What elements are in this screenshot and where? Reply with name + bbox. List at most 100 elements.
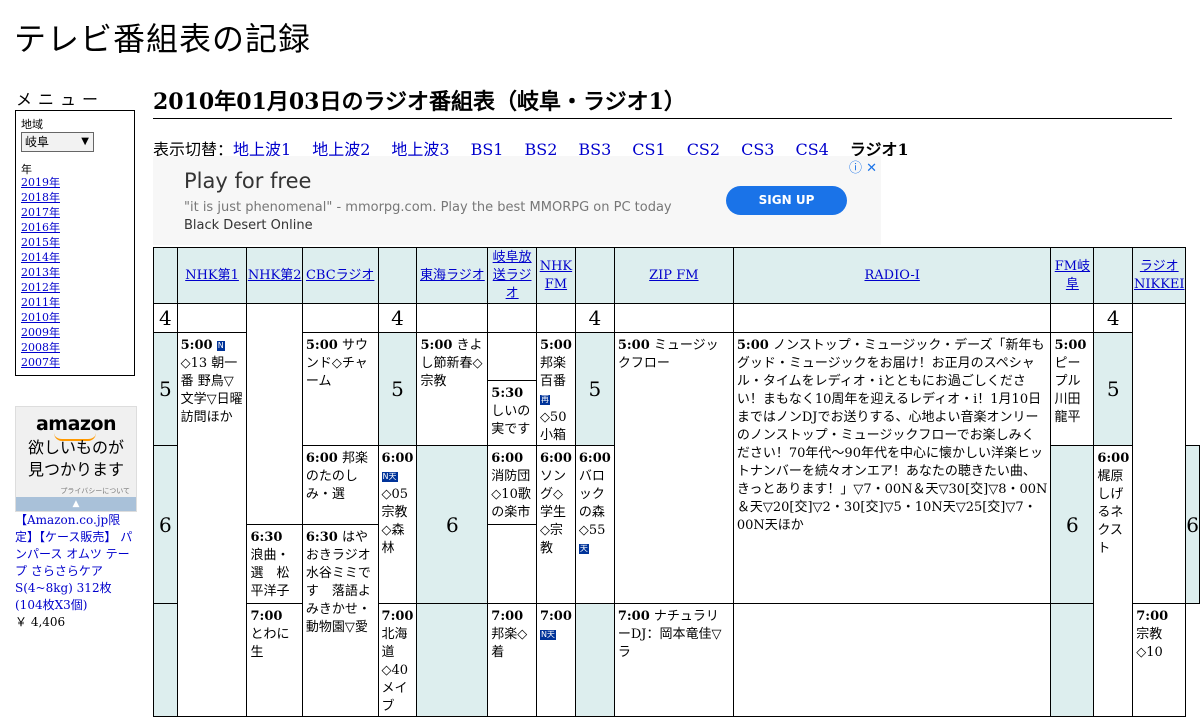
- year-link[interactable]: 2015年: [21, 236, 60, 249]
- amazon-copy-line: 見つかります: [27, 460, 124, 479]
- news-mark-icon: N: [216, 341, 225, 351]
- empty-slot: [301, 303, 379, 333]
- year-link[interactable]: 2018年: [21, 191, 60, 204]
- amazon-product-price: ￥ 4,406: [15, 615, 66, 629]
- channel-header: 岐阜放送ラジオ: [487, 247, 537, 304]
- channel-header: NHK FM: [535, 247, 576, 304]
- program-title: 北海道◇40メイブ: [381, 627, 409, 714]
- empty-slot: [487, 303, 537, 333]
- channel-link[interactable]: NHK FM: [540, 259, 572, 292]
- empty-slot: [176, 303, 248, 333]
- program-cell[interactable]: 5:00 ミュージックフロー: [613, 332, 734, 604]
- amazon-ad-copy: 欲しいものが 見つかります: [16, 437, 136, 481]
- year-link[interactable]: 2016年: [21, 221, 60, 234]
- channel-link[interactable]: 東海ラジオ: [420, 268, 485, 283]
- program-cell[interactable]: 5:00 ノンストップ・ミュージック・デーズ「新年もグッド・ミュージックをお届け…: [732, 332, 1052, 604]
- channel-link[interactable]: RADIO-I: [864, 268, 919, 283]
- amazon-product-title[interactable]: 【Amazon.co.jp限定】【ケース販売】 パンパース オムツ テープ さら…: [15, 512, 137, 614]
- empty-slot: [732, 303, 1052, 333]
- program-time: 5:00: [1054, 338, 1087, 353]
- program-title: ピープル 川田龍平: [1054, 356, 1081, 425]
- hour-cell: [416, 603, 489, 717]
- year-link[interactable]: 2008年: [21, 341, 60, 354]
- program-cell[interactable]: 6:00 バロックの森◇55 天: [574, 445, 615, 604]
- channel-header: 東海ラジオ: [416, 247, 489, 304]
- channel-link[interactable]: 岐阜放送ラジオ: [493, 250, 532, 301]
- chevron-up-icon: ▲: [72, 499, 80, 509]
- hour-cell: 4: [1093, 303, 1134, 333]
- ad-signup-button[interactable]: SIGN UP: [726, 186, 847, 215]
- program-time: 6:00: [578, 451, 611, 466]
- year-link[interactable]: 2019年: [21, 176, 60, 189]
- empty-slot: [246, 303, 303, 525]
- channel-link[interactable]: ZIP FM: [649, 268, 698, 283]
- program-cell[interactable]: 7:00 ナチュラリーDJ：岡本竜佳▽ラ: [613, 603, 734, 717]
- hour-cell: 5: [377, 332, 418, 446]
- program-cell[interactable]: 6:00 消防団◇10歌の楽市: [487, 445, 537, 525]
- channel-link[interactable]: NHK第2: [248, 268, 302, 283]
- banner-ad[interactable]: ⓘ ✕ Play for free "it is just phenomenal…: [153, 156, 881, 245]
- news-weather-mark-icon: N天: [539, 630, 556, 640]
- program-title: 浪曲・選 松平洋子: [250, 548, 290, 599]
- program-cell[interactable]: 5:00 ピープル 川田龍平: [1050, 332, 1095, 446]
- program-cell[interactable]: 5:30 しいの実です: [487, 379, 537, 447]
- news-mark-icon: N天: [381, 472, 398, 482]
- year-link[interactable]: 2013年: [21, 266, 60, 279]
- hour-cell: 6: [416, 445, 489, 604]
- program-cell[interactable]: 7:00 宗教◇10: [1132, 603, 1187, 717]
- program-title: 邦楽◇着: [491, 627, 528, 660]
- year-link[interactable]: 2010年: [21, 311, 60, 324]
- page-heading: 2010年01月03日のラジオ番組表（岐阜・ラジオ1）: [153, 84, 1172, 119]
- hour-cell: 4: [153, 303, 178, 333]
- program-cell[interactable]: 6:30 はやおきラジオ水谷ミミです 落語よみきかせ・動物園▽愛: [301, 524, 379, 717]
- year-link[interactable]: 2014年: [21, 251, 60, 264]
- hour-cell: 5: [574, 332, 615, 446]
- schedule-table: NHK第1 NHK第2 CBCラジオ 東海ラジオ 岐阜放送ラジオ NHK FM …: [153, 247, 1200, 717]
- corner-cell: [574, 247, 615, 304]
- year-link[interactable]: 2011年: [21, 296, 60, 309]
- program-cell[interactable]: 6:00 N天 ◇05宗教◇森林: [377, 445, 418, 604]
- program-time: 6:00: [381, 451, 414, 466]
- year-link[interactable]: 2007年: [21, 356, 60, 369]
- menu-box: 地域 岐阜 ▼ 年 2019年 2018年 2017年 2016年 2015年 …: [15, 110, 135, 376]
- program-cell[interactable]: 7:00 N天: [535, 603, 576, 717]
- corner-cell: [1093, 247, 1134, 304]
- program-cell[interactable]: 6:00 邦楽のたのしみ・選: [301, 445, 379, 525]
- amazon-product[interactable]: 【Amazon.co.jp限定】【ケース販売】 パンパース オムツ テープ さら…: [15, 512, 137, 631]
- channel-link[interactable]: FM岐阜: [1055, 259, 1090, 292]
- ad-title[interactable]: Play for free: [184, 169, 311, 193]
- program-title: 消防団◇10歌の楽市: [491, 469, 531, 520]
- amazon-ad[interactable]: amazon 欲しいものが 見つかります プライバシーについて ▲: [15, 406, 137, 512]
- year-link[interactable]: 2009年: [21, 326, 60, 339]
- program-cell[interactable]: 5:00 N ◇13 朝一番 野鳥▽文学▽日曜訪問ほか: [176, 332, 248, 717]
- hour-cell: 6: [1185, 445, 1200, 604]
- ad-info-close-icons[interactable]: ⓘ ✕: [849, 157, 877, 176]
- channel-link[interactable]: NHK第1: [185, 268, 239, 283]
- program-time: 7:00: [617, 609, 650, 624]
- program-cell[interactable]: 7:00 邦楽◇着: [487, 603, 537, 717]
- amazon-logo: amazon: [35, 413, 117, 435]
- program-cell[interactable]: 5:00 邦楽百番再 ◇50 小箱: [535, 332, 576, 446]
- program-time: 7:00: [250, 609, 283, 624]
- amazon-ad-toggle[interactable]: ▲: [16, 497, 136, 511]
- empty-slot: [416, 303, 489, 333]
- program-time: 6:00: [305, 451, 338, 466]
- amazon-copy-line: 欲しいものが: [27, 438, 124, 457]
- program-cell[interactable]: 6:00 ソング◇学生◇宗教: [535, 445, 576, 604]
- year-link[interactable]: 2017年: [21, 206, 60, 219]
- channel-link[interactable]: CBCラジオ: [306, 268, 374, 283]
- program-cell[interactable]: 7:00 北海道◇40メイブ: [377, 603, 418, 717]
- program-cell[interactable]: 6:00 梶原しげるネクスト: [1093, 445, 1134, 717]
- program-cell[interactable]: 7:00 とわに生: [246, 603, 303, 717]
- program-title: ◇50 小箱: [539, 410, 567, 443]
- amazon-privacy-link[interactable]: プライバシーについて: [60, 486, 130, 496]
- program-time: 6:00: [491, 451, 524, 466]
- program-cell[interactable]: 6:30 浪曲・選 松平洋子: [246, 524, 303, 604]
- year-link[interactable]: 2012年: [21, 281, 60, 294]
- region-select[interactable]: 岐阜 ▼: [21, 132, 94, 152]
- program-time: 5:00: [180, 338, 213, 353]
- program-cell[interactable]: 5:00 サウンド◇チャーム: [301, 332, 379, 446]
- program-cell[interactable]: 5:00 きよし節新春◇宗教: [416, 332, 489, 446]
- channel-link[interactable]: ラジオNIKKEI: [1134, 259, 1185, 292]
- channel-header: NHK第2: [246, 247, 303, 304]
